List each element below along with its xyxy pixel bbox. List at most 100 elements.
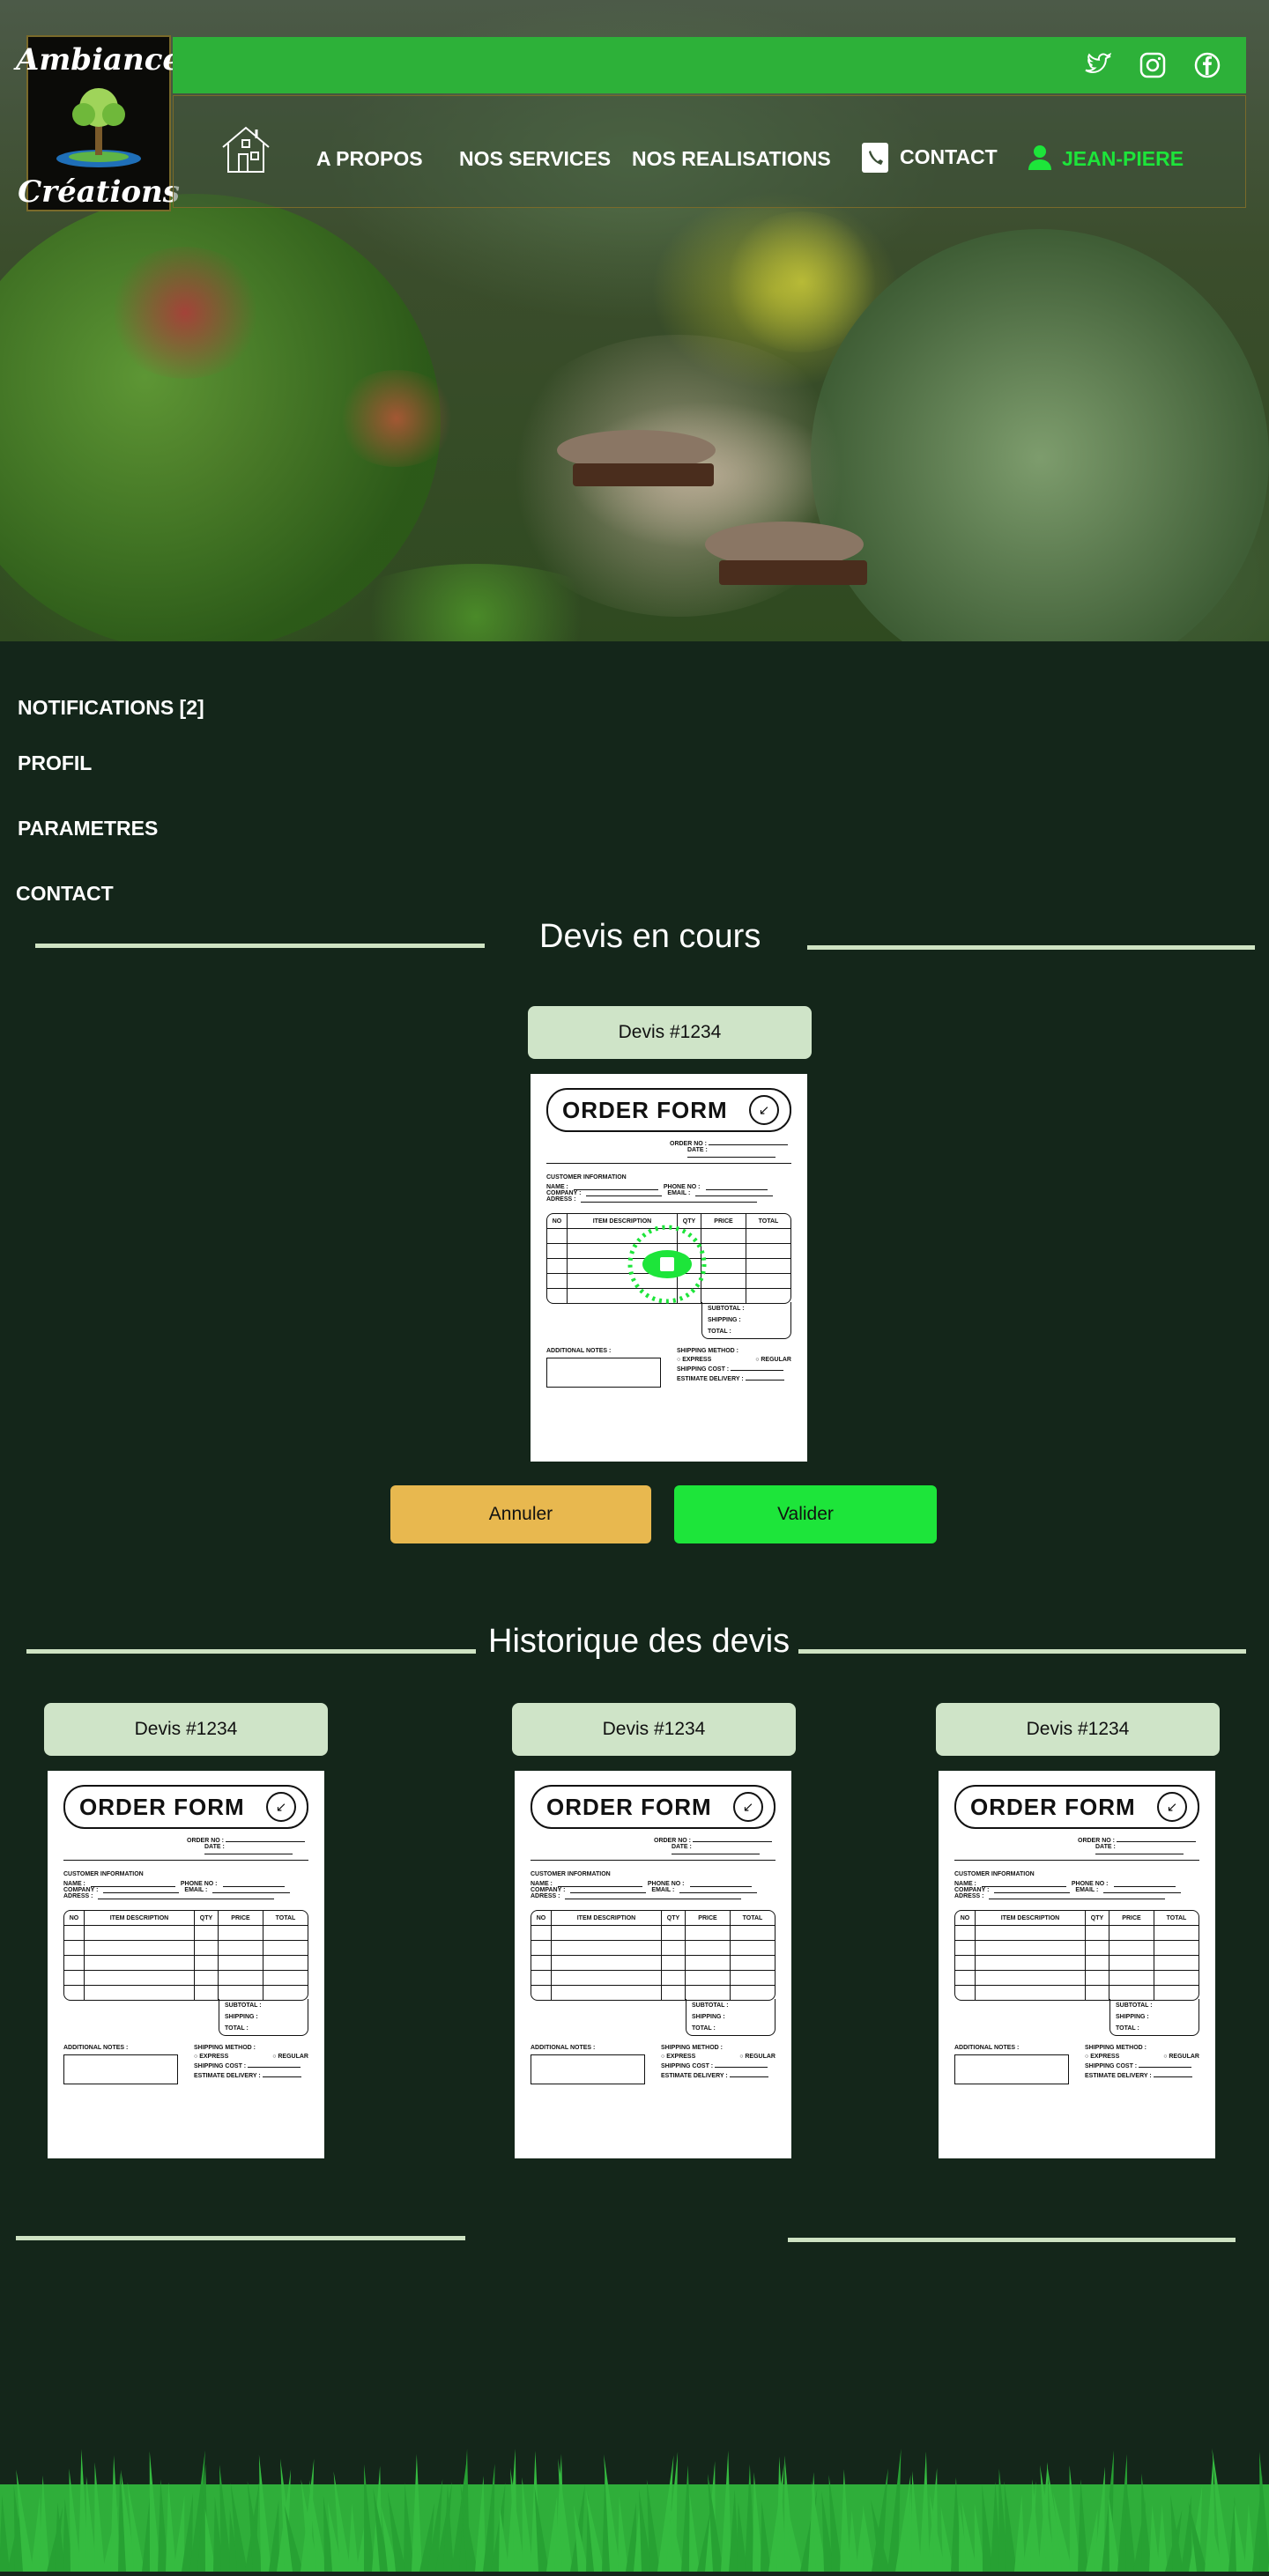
form-label: NAME : (954, 1881, 976, 1887)
grass-footer (0, 2423, 1269, 2572)
form-label: COMPANY : (546, 1190, 582, 1196)
form-label: ORDER NO : (187, 1838, 224, 1844)
order-form-preview[interactable]: ORDER FORM ↙ ORDER NO : DATE : CUSTOMER … (515, 1771, 791, 2158)
form-label: SHIPPING METHOD : (677, 1348, 739, 1354)
form-label: DATE : (672, 1844, 692, 1850)
user-icon[interactable] (1027, 144, 1053, 172)
form-label: DATE : (1095, 1844, 1116, 1850)
form-header: ORDER FORM ↙ (954, 1785, 1199, 1829)
form-label: PHONE NO : (647, 1881, 685, 1887)
devis-tag-history[interactable]: Devis #1234 (512, 1703, 796, 1756)
cancel-button[interactable]: Annuler (390, 1485, 651, 1543)
items-table: NO ITEM DESCRIPTION QTY PRICE TOTAL (531, 1910, 776, 2001)
form-label: COMPANY : (63, 1887, 99, 1893)
form-label: NAME : (546, 1184, 568, 1190)
sidebar-item-notifications[interactable]: NOTIFICATIONS [2] (18, 696, 204, 720)
home-icon[interactable] (218, 121, 274, 177)
form-header: ORDER FORM ↙ (63, 1785, 308, 1829)
divider-line (807, 945, 1255, 950)
form-label: EMAIL : (1075, 1887, 1099, 1893)
form-label: NAME : (63, 1881, 85, 1887)
form-label: NAME : (531, 1881, 553, 1887)
form-label: ADDITIONAL NOTES : (546, 1348, 612, 1354)
devis-tag-history[interactable]: Devis #1234 (44, 1703, 328, 1756)
form-label: ORDER NO : (654, 1838, 691, 1844)
form-label: ORDER NO : (1078, 1838, 1115, 1844)
form-label: SHIPPING METHOD : (1085, 2045, 1147, 2051)
contact-book-icon[interactable] (861, 142, 889, 174)
facebook-icon[interactable] (1190, 48, 1225, 83)
form-label: TOTAL : (708, 1329, 731, 1335)
form-label: CUSTOMER INFORMATION (546, 1174, 627, 1181)
items-table: NO ITEM DESCRIPTION QTY PRICE TOTAL (954, 1910, 1199, 2001)
form-label: SHIPPING : (708, 1317, 741, 1323)
form-label: DATE : (687, 1147, 708, 1153)
form-label: SHIPPING : (225, 2014, 258, 2020)
form-label: TOTAL : (225, 2025, 249, 2032)
form-label: ADRESS : (546, 1196, 576, 1203)
form-label: EMAIL : (667, 1190, 691, 1196)
section-title-current: Devis en cours (539, 918, 761, 955)
form-label: CUSTOMER INFORMATION (954, 1871, 1035, 1877)
nav-link-user[interactable]: JEAN-PIERE (1062, 147, 1184, 171)
validate-button[interactable]: Valider (674, 1485, 937, 1543)
sidebar-item-parametres[interactable]: PARAMETRES (18, 817, 158, 840)
form-title: ORDER FORM (79, 1793, 245, 1820)
form-label: SUBTOTAL : (692, 2002, 729, 2009)
form-label: SUBTOTAL : (225, 2002, 262, 2009)
sidebar-item-contact[interactable]: CONTACT (16, 882, 114, 906)
form-label: COMPANY : (954, 1887, 990, 1893)
arrow-icon: ↙ (1157, 1792, 1187, 1822)
nav-link-services[interactable]: NOS SERVICES (459, 147, 611, 171)
order-form-preview[interactable]: ORDER FORM ↙ ORDER NO : DATE : CUSTOMER … (939, 1771, 1215, 2158)
form-label: ADDITIONAL NOTES : (531, 2045, 596, 2051)
form-label: CUSTOMER INFORMATION (63, 1871, 144, 1877)
view-eye-icon[interactable] (627, 1225, 707, 1304)
arrow-icon: ↙ (749, 1095, 779, 1125)
form-label: ADRESS : (531, 1893, 560, 1899)
form-label: SHIPPING : (1116, 2014, 1149, 2020)
tree-icon (50, 78, 147, 174)
section-title-history: Historique des devis (488, 1623, 790, 1660)
nav-link-realisations[interactable]: NOS REALISATIONS (632, 147, 831, 171)
form-label: SHIPPING : (692, 2014, 725, 2020)
form-header: ORDER FORM ↙ (531, 1785, 776, 1829)
form-label: SUBTOTAL : (1116, 2002, 1153, 2009)
form-label: PHONE NO : (663, 1184, 701, 1190)
logo[interactable]: Ambiance Créations (16, 35, 182, 211)
form-label: EMAIL : (651, 1887, 675, 1893)
nav-link-apropos[interactable]: A PROPOS (316, 147, 423, 171)
form-label: ADRESS : (954, 1893, 984, 1899)
form-label: ADDITIONAL NOTES : (954, 2045, 1020, 2051)
items-table: NO ITEM DESCRIPTION QTY PRICE TOTAL (63, 1910, 308, 2001)
divider-line (16, 2236, 465, 2240)
form-label: CUSTOMER INFORMATION (531, 1871, 611, 1877)
form-label: PHONE NO : (1071, 1881, 1109, 1887)
form-label: ADRESS : (63, 1893, 93, 1899)
nav-link-contact[interactable]: CONTACT (900, 145, 998, 169)
twitter-icon[interactable] (1080, 48, 1116, 83)
form-title: ORDER FORM (562, 1096, 728, 1123)
form-header: ORDER FORM ↙ (546, 1088, 791, 1132)
form-label: SHIPPING METHOD : (661, 2045, 724, 2051)
form-label: DATE : (204, 1844, 225, 1850)
devis-tag-current[interactable]: Devis #1234 (528, 1006, 812, 1059)
devis-tag-history[interactable]: Devis #1234 (936, 1703, 1220, 1756)
form-label: COMPANY : (531, 1887, 566, 1893)
form-label: SUBTOTAL : (708, 1306, 745, 1312)
logo-text-top: Ambiance (15, 42, 182, 78)
form-label: SHIPPING METHOD : (194, 2045, 256, 2051)
divider-line (26, 1649, 476, 1654)
form-label: ORDER NO : (670, 1141, 707, 1147)
divider-line (35, 944, 485, 948)
sidebar-item-profil[interactable]: PROFIL (18, 751, 92, 775)
instagram-icon[interactable] (1135, 48, 1170, 83)
order-form-preview[interactable]: ORDER FORM ↙ ORDER NO : DATE : CUSTOMER … (48, 1771, 324, 2158)
form-title: ORDER FORM (970, 1793, 1136, 1820)
form-label: ADDITIONAL NOTES : (63, 2045, 129, 2051)
main-navbar: A PROPOS NOS SERVICES NOS REALISATIONS C… (173, 95, 1246, 208)
arrow-icon: ↙ (733, 1792, 763, 1822)
form-title: ORDER FORM (546, 1793, 712, 1820)
divider-line (798, 1649, 1246, 1654)
form-label: PHONE NO : (180, 1881, 218, 1887)
